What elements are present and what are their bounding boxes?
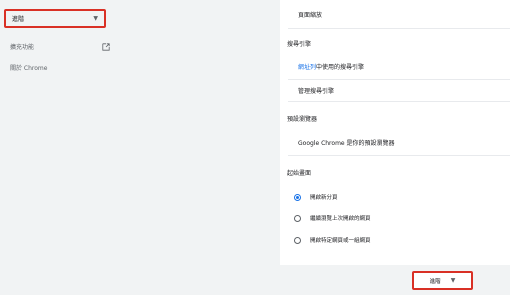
bottom-strip: [280, 265, 510, 295]
startup-option-specific-pages[interactable]: 開啟特定網頁或一組網頁: [294, 236, 371, 244]
startup-option-continue[interactable]: 繼續瀏覽上次開啟的網頁: [294, 214, 371, 222]
advanced-button-label: 進階: [429, 278, 441, 285]
startup-option-label: 繼續瀏覽上次開啟的網頁: [310, 216, 371, 222]
manage-search-engines-row[interactable]: 管理搜尋引擎: [288, 79, 510, 102]
chevron-down-icon: ▼: [93, 15, 98, 22]
manage-search-engines-label: 管理搜尋引擎: [298, 87, 335, 95]
page-zoom-label: 頁面縮放: [298, 11, 323, 19]
address-bar-rest-text: 中使用的搜尋引擎: [316, 64, 365, 71]
chevron-down-icon: ▼: [450, 277, 456, 284]
default-browser-title: 預設瀏覽器: [287, 116, 318, 123]
settings-main-panel: 頁面縮放 搜尋引擎 網址列 中使用的搜尋引擎 管理搜尋引擎 預設瀏覽器 Goog…: [280, 0, 510, 265]
radio-unchecked-icon[interactable]: [294, 236, 301, 244]
radio-unchecked-icon[interactable]: [294, 214, 301, 222]
on-startup-title: 起始畫面: [287, 170, 312, 177]
sidebar-advanced-label: 進階: [12, 16, 25, 23]
settings-sidebar: 進階 ▼ 擴充功能 關於 Chrome: [0, 0, 280, 295]
advanced-button[interactable]: 進階 ▼: [412, 271, 473, 290]
startup-option-label: 開啟特定網頁或一組網頁: [310, 238, 371, 244]
open-in-new-icon: [102, 42, 110, 51]
sidebar-top-fragment: [8, 0, 38, 2]
startup-option-label: 開啟新分頁: [310, 195, 338, 201]
sidebar-item-extensions[interactable]: 擴充功能: [10, 42, 110, 51]
sidebar-item-about[interactable]: 關於 Chrome: [10, 63, 47, 72]
address-bar-link[interactable]: 網址列: [298, 62, 316, 71]
startup-option-new-tab[interactable]: 開啟新分頁: [294, 193, 338, 201]
sidebar-advanced-toggle[interactable]: 進階 ▼: [4, 9, 106, 28]
sidebar-item-about-label: 關於 Chrome: [10, 65, 48, 72]
default-browser-row: Google Chrome 是你的預設瀏覽器: [288, 130, 510, 156]
default-browser-status: Google Chrome 是你的預設瀏覽器: [298, 140, 395, 147]
search-engine-title: 搜尋引擎: [287, 41, 312, 48]
address-bar-search-row: 網址列 中使用的搜尋引擎: [288, 54, 510, 80]
page-zoom-row[interactable]: 頁面縮放: [288, 0, 510, 29]
radio-checked-icon[interactable]: [294, 193, 301, 201]
sidebar-item-extensions-label: 擴充功能: [10, 44, 35, 51]
